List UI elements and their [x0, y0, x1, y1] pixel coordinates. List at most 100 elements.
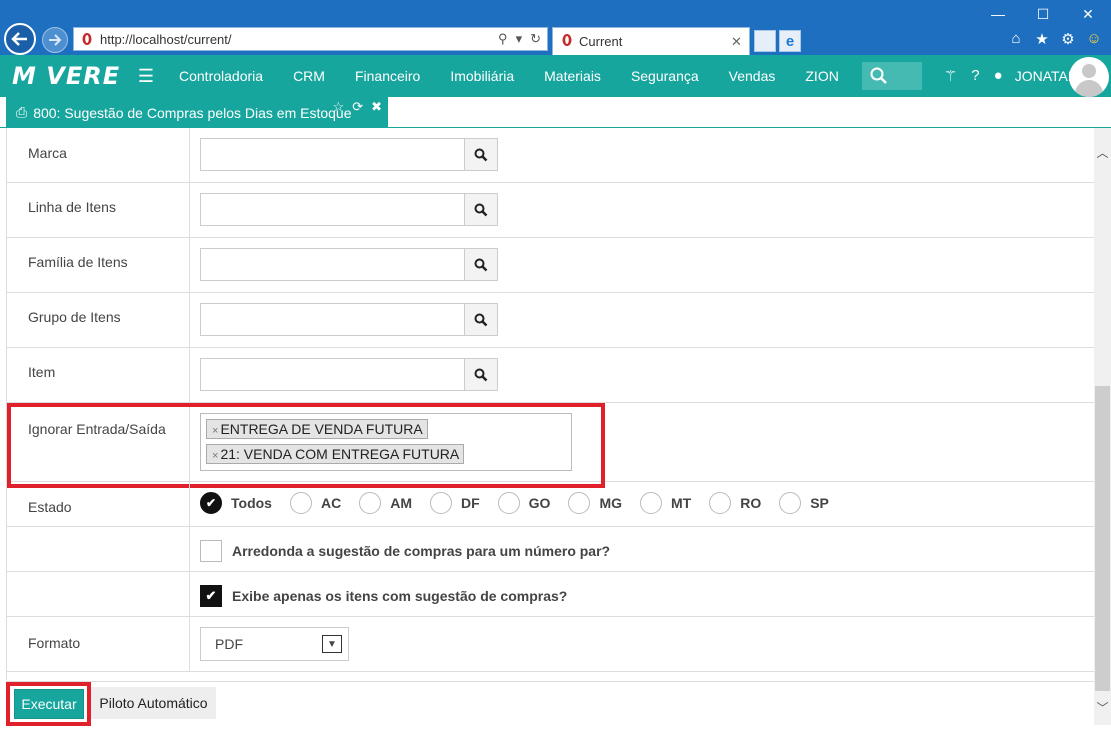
formato-label: Formato: [7, 617, 190, 671]
site-favicon-icon: [80, 32, 94, 46]
scroll-down-icon[interactable]: ﹀: [1094, 697, 1111, 717]
familia-input[interactable]: [200, 248, 498, 281]
search-icon: [474, 203, 488, 216]
address-bar[interactable]: http://localhost/current/ ⚲ ▾ ↻: [73, 27, 548, 51]
form-row-estado: Estado ✔ Todos AC AM DF GO MG MT RO SP: [7, 482, 1094, 527]
magic-wand-icon[interactable]: ⚚: [944, 67, 957, 85]
menu-item-controladoria[interactable]: Controladoria: [164, 68, 278, 84]
radio-label: RO: [740, 495, 762, 511]
form-row-familia: Família de Itens: [7, 238, 1094, 293]
maximize-icon[interactable]: ☐: [1033, 6, 1053, 23]
exibe-checkbox[interactable]: ✔: [200, 585, 222, 607]
form-row-grupo: Grupo de Itens: [7, 293, 1094, 348]
radio-go[interactable]: GO: [497, 492, 550, 514]
linha-label: Linha de Itens: [7, 183, 190, 237]
forward-arrow-icon[interactable]: [42, 27, 68, 53]
close-window-icon[interactable]: ✕: [1078, 6, 1098, 23]
radio-circle: [429, 492, 452, 514]
favorite-star-icon[interactable]: ☆: [333, 99, 345, 115]
empty-label-cell: [7, 527, 190, 571]
executar-button[interactable]: Executar: [14, 689, 84, 719]
menu-item-zion[interactable]: ZION: [790, 68, 853, 84]
scroll-thumb[interactable]: [1095, 386, 1110, 691]
radio-circle: [709, 492, 732, 514]
radio-label: AC: [320, 495, 342, 511]
radio-mt[interactable]: MT: [640, 492, 691, 514]
help-icon[interactable]: ?: [971, 67, 979, 85]
menu-item-financeiro[interactable]: Financeiro: [340, 68, 435, 84]
smiley-icon[interactable]: ☺: [1085, 30, 1103, 48]
scroll-up-icon[interactable]: ︿: [1094, 142, 1111, 162]
arredonda-checkbox-line[interactable]: Arredonda a sugestão de compras para um …: [200, 540, 610, 562]
ie-icon[interactable]: e: [779, 30, 801, 52]
radio-df[interactable]: DF: [429, 492, 480, 514]
radio-label: AM: [390, 495, 412, 511]
item-input[interactable]: [200, 358, 498, 391]
chevron-down-icon[interactable]: ▼: [322, 635, 342, 653]
radio-sp[interactable]: SP: [779, 492, 829, 514]
refresh-icon[interactable]: ↻: [530, 31, 541, 47]
piloto-automatico-button[interactable]: Piloto Automático: [91, 687, 216, 719]
item-search-button[interactable]: [464, 359, 497, 390]
grupo-input[interactable]: [200, 303, 498, 336]
new-tab-icon[interactable]: [754, 30, 776, 52]
radio-circle: [497, 492, 520, 514]
favorites-star-icon[interactable]: ★: [1033, 30, 1051, 48]
arredonda-checkbox[interactable]: [200, 540, 222, 562]
empty-label-cell: [7, 572, 190, 616]
vertical-scrollbar[interactable]: ︿ ﹀: [1094, 128, 1111, 725]
avatar[interactable]: [1069, 57, 1109, 97]
hamburger-menu-icon[interactable]: ☰: [134, 66, 158, 87]
main-menu: Controladoria CRM Financeiro Imobiliária…: [164, 68, 854, 84]
radio-am[interactable]: AM: [359, 492, 412, 514]
browser-chrome: http://localhost/current/ ⚲ ▾ ↻ Current …: [0, 0, 1111, 55]
report-form: Marca Linha de Itens Família de Itens Gr…: [6, 128, 1094, 680]
arredonda-label: Arredonda a sugestão de compras para um …: [232, 543, 611, 559]
item-label: Item: [7, 348, 190, 402]
radio-circle: [640, 492, 662, 514]
browser-tab-title: Current: [579, 34, 623, 49]
exibe-checkbox-line[interactable]: ✔ Exibe apenas os itens com sugestão de …: [200, 585, 567, 607]
menu-item-vendas[interactable]: Vendas: [714, 68, 791, 84]
menu-item-materiais[interactable]: Materiais: [529, 68, 616, 84]
marca-search-button[interactable]: [464, 139, 497, 170]
linha-search-button[interactable]: [464, 194, 497, 225]
formato-select[interactable]: PDF ▼: [200, 627, 349, 661]
menu-item-seguranca[interactable]: Segurança: [616, 68, 714, 84]
radio-mg[interactable]: MG: [568, 492, 622, 514]
minimize-icon[interactable]: —: [988, 6, 1008, 22]
back-arrow-icon[interactable]: [4, 23, 36, 55]
app-header: M VERE ☰ Controladoria CRM Financeiro Im…: [0, 55, 1111, 97]
menu-item-imobiliaria[interactable]: Imobiliária: [435, 68, 529, 84]
movere-logo[interactable]: M VERE: [12, 62, 124, 90]
radio-ac[interactable]: AC: [289, 492, 342, 514]
radio-ro[interactable]: RO: [709, 492, 761, 514]
radio-label: MG: [599, 495, 622, 511]
tab-report-800[interactable]: ⎙ 800: Sugestão de Compras pelos Dias em…: [6, 97, 388, 128]
marca-input[interactable]: [200, 138, 498, 171]
search-icon[interactable]: ⚲: [498, 31, 508, 47]
form-row-item: Item: [7, 348, 1094, 403]
grupo-search-button[interactable]: [464, 304, 497, 335]
search-icon: [870, 67, 887, 84]
settings-gear-icon[interactable]: ⚙: [1059, 30, 1077, 48]
close-icon[interactable]: ✖: [371, 99, 382, 115]
close-tab-icon[interactable]: ✕: [731, 34, 749, 50]
radio-circle: [779, 492, 802, 514]
search-icon: [474, 148, 488, 161]
refresh-icon[interactable]: ⟳: [352, 99, 363, 115]
browser-tab[interactable]: Current ✕: [552, 27, 750, 55]
dropdown-icon[interactable]: ▾: [516, 31, 523, 47]
radio-label: SP: [810, 495, 829, 511]
address-url[interactable]: http://localhost/current/: [100, 32, 498, 47]
drop-icon[interactable]: ●: [994, 67, 1003, 85]
linha-input[interactable]: [200, 193, 498, 226]
header-search-button[interactable]: [861, 62, 922, 90]
menu-item-crm[interactable]: CRM: [278, 68, 340, 84]
radio-todos[interactable]: ✔ Todos: [200, 492, 272, 514]
search-icon: [474, 313, 488, 326]
familia-search-button[interactable]: [464, 249, 497, 280]
page-tab-title: 800: Sugestão de Compras pelos Dias em E…: [33, 104, 352, 121]
search-icon: [474, 368, 488, 381]
home-icon[interactable]: ⌂: [1007, 30, 1025, 48]
